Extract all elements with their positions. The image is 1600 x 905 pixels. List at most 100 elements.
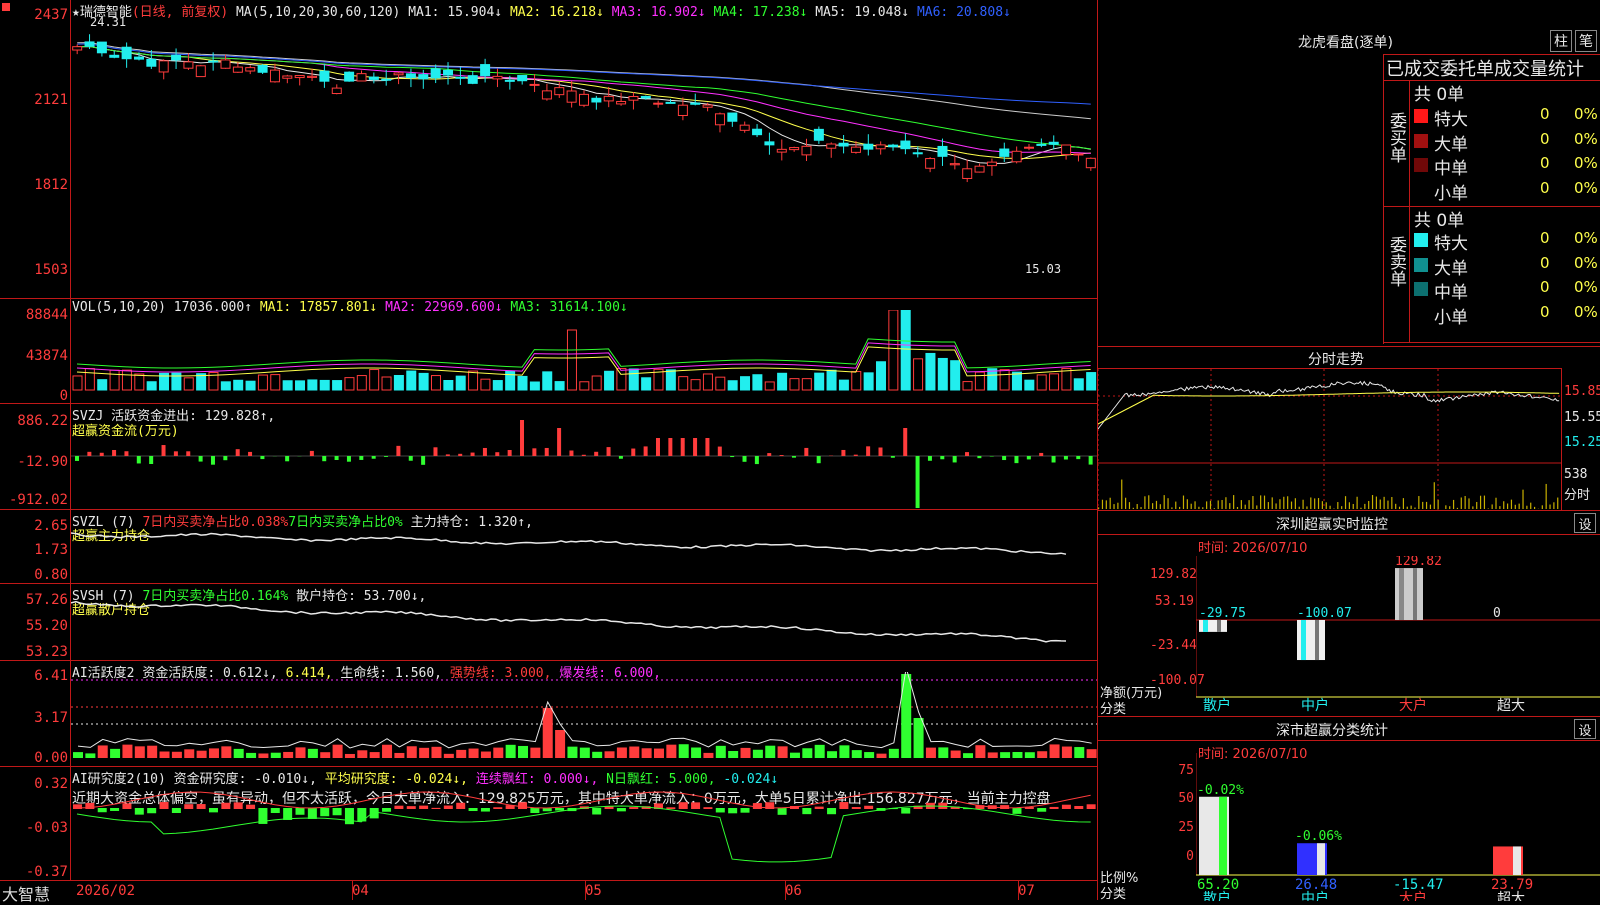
research-bar [122, 803, 131, 809]
activity-bar [444, 754, 454, 758]
flow-bar [656, 438, 660, 456]
flow-bar [248, 452, 252, 456]
research-bar [308, 808, 317, 819]
buy-row: 特大00% [1412, 105, 1600, 129]
flow-bar [990, 456, 994, 457]
intraday-chart[interactable] [1098, 369, 1561, 511]
candle-body [1000, 149, 1009, 156]
activity-bar [419, 748, 429, 758]
flow-bar [619, 456, 623, 459]
monitor-category: 超大 [1497, 698, 1525, 714]
monitor-chart[interactable]: -29.75散户-100.07中户129.82大户0超大 [1196, 556, 1600, 717]
intraday-volume-bar [1306, 506, 1307, 509]
flow-bar [730, 456, 734, 457]
intraday-volume-bar [1241, 500, 1242, 509]
flow-bar [916, 456, 920, 508]
flow-bar [137, 456, 141, 463]
intraday-volume-bar [1260, 495, 1261, 509]
intraday-volume-bar [1372, 495, 1373, 509]
research-bar [679, 802, 688, 809]
flow-bar [100, 453, 104, 456]
flow-bar [891, 456, 895, 458]
volume-bar [815, 373, 824, 390]
flow-bar [569, 451, 573, 456]
candle-body [258, 65, 267, 72]
intraday-volume-bar [1110, 498, 1111, 509]
intraday-volume-bar [1461, 497, 1462, 509]
intraday-unit: 分时 [1564, 484, 1590, 503]
volume-bar [567, 330, 576, 390]
chart-area[interactable]: ★瑞德智能(日线, 前复权) MA(5,10,20,30,60,120) MA1… [0, 0, 1098, 900]
monitor-panel[interactable]: 深圳超赢实时监控 设 时间: 2026/07/10 129.82 53.19 -… [1098, 510, 1600, 716]
candle-body [196, 66, 205, 77]
intraday-volume-bar [1129, 502, 1130, 509]
sell-percent: 0% [1574, 303, 1598, 321]
kline-chart[interactable] [71, 18, 1097, 296]
intraday-volume-bar [1175, 502, 1176, 509]
buy-row: 大单00% [1412, 130, 1600, 154]
buy-count: 0 [1540, 179, 1550, 197]
flow-bar [582, 455, 586, 456]
monitor-settings-button[interactable]: 设 [1574, 513, 1596, 533]
classify-settings-button[interactable]: 设 [1574, 719, 1596, 739]
price-axis-2: 1812 [0, 177, 68, 193]
svzl-chart[interactable] [71, 530, 1097, 582]
ai-research-chart[interactable] [71, 790, 1097, 878]
ai-active-chart[interactable] [71, 672, 1097, 764]
research-bar [407, 806, 416, 809]
candle-body [851, 147, 860, 152]
volume-bar [914, 359, 923, 390]
candle-body [617, 101, 626, 103]
svzj-chart[interactable] [71, 420, 1097, 508]
volume-bar [246, 381, 255, 390]
bar-mode-button[interactable]: 柱 [1550, 30, 1572, 52]
volume-chart[interactable] [71, 310, 1097, 402]
activity-bar [85, 753, 95, 758]
classify-chart[interactable]: -0.02%65.20散户-0.06%26.48中户-15.47大户23.79超… [1196, 753, 1600, 901]
intraday-volume-bar [1264, 496, 1265, 509]
monitor-category: 中户 [1301, 697, 1329, 714]
volume-bar [1062, 368, 1071, 390]
intraday-volume-bar [1164, 495, 1165, 509]
activity-bar [988, 752, 998, 758]
svsh-chart[interactable] [71, 600, 1097, 658]
volume-bar [333, 381, 342, 390]
monitor-bar-shade [1413, 568, 1417, 620]
volume-bar [716, 377, 725, 390]
flow-bar [780, 455, 784, 456]
activity-bar [951, 751, 961, 758]
intraday-volume-bar [1275, 503, 1276, 509]
longhu-title: 龙虎看盘(逐单) [1298, 32, 1393, 52]
sell-percent: 0% [1574, 278, 1598, 296]
intraday-volume-bar [1380, 500, 1381, 509]
classify-category: 大户 [1399, 890, 1427, 901]
research-bar [555, 808, 564, 811]
candle-body [901, 141, 910, 149]
activity-bar [122, 745, 132, 758]
research-bar [728, 808, 737, 813]
intraday-axis-2: 15.25 [1564, 435, 1600, 450]
volume-bar [98, 380, 107, 390]
intraday-volume-bar [1503, 501, 1504, 509]
flow-bar [953, 456, 957, 462]
research-bar [827, 808, 836, 814]
flow-bar [644, 446, 648, 456]
activity-line [78, 672, 1092, 748]
intraday-volume-bar [1403, 498, 1404, 509]
activity-bar [543, 708, 553, 758]
flow-bar [495, 452, 499, 456]
activity-bar [642, 748, 652, 758]
tick-mode-button[interactable]: 笔 [1575, 30, 1597, 52]
intraday-volume-bar [1395, 504, 1396, 509]
candle-body [802, 146, 811, 155]
classify-panel[interactable]: 深市超赢分类统计 设 时间: 2026/07/10 75 50 25 0 比例%… [1098, 716, 1600, 900]
intraday-panel[interactable]: 分时走势 15.85 15.55 15.25 538 分时 [1098, 346, 1600, 510]
activity-bar [407, 746, 417, 758]
volume-bar [493, 381, 502, 390]
candle-body [753, 129, 762, 134]
intraday-volume-bar [1546, 484, 1547, 509]
flow-bar [1039, 453, 1043, 456]
intraday-volume-bar [1283, 497, 1284, 509]
activity-bar [580, 748, 590, 758]
intraday-volume-bar [1368, 501, 1369, 509]
